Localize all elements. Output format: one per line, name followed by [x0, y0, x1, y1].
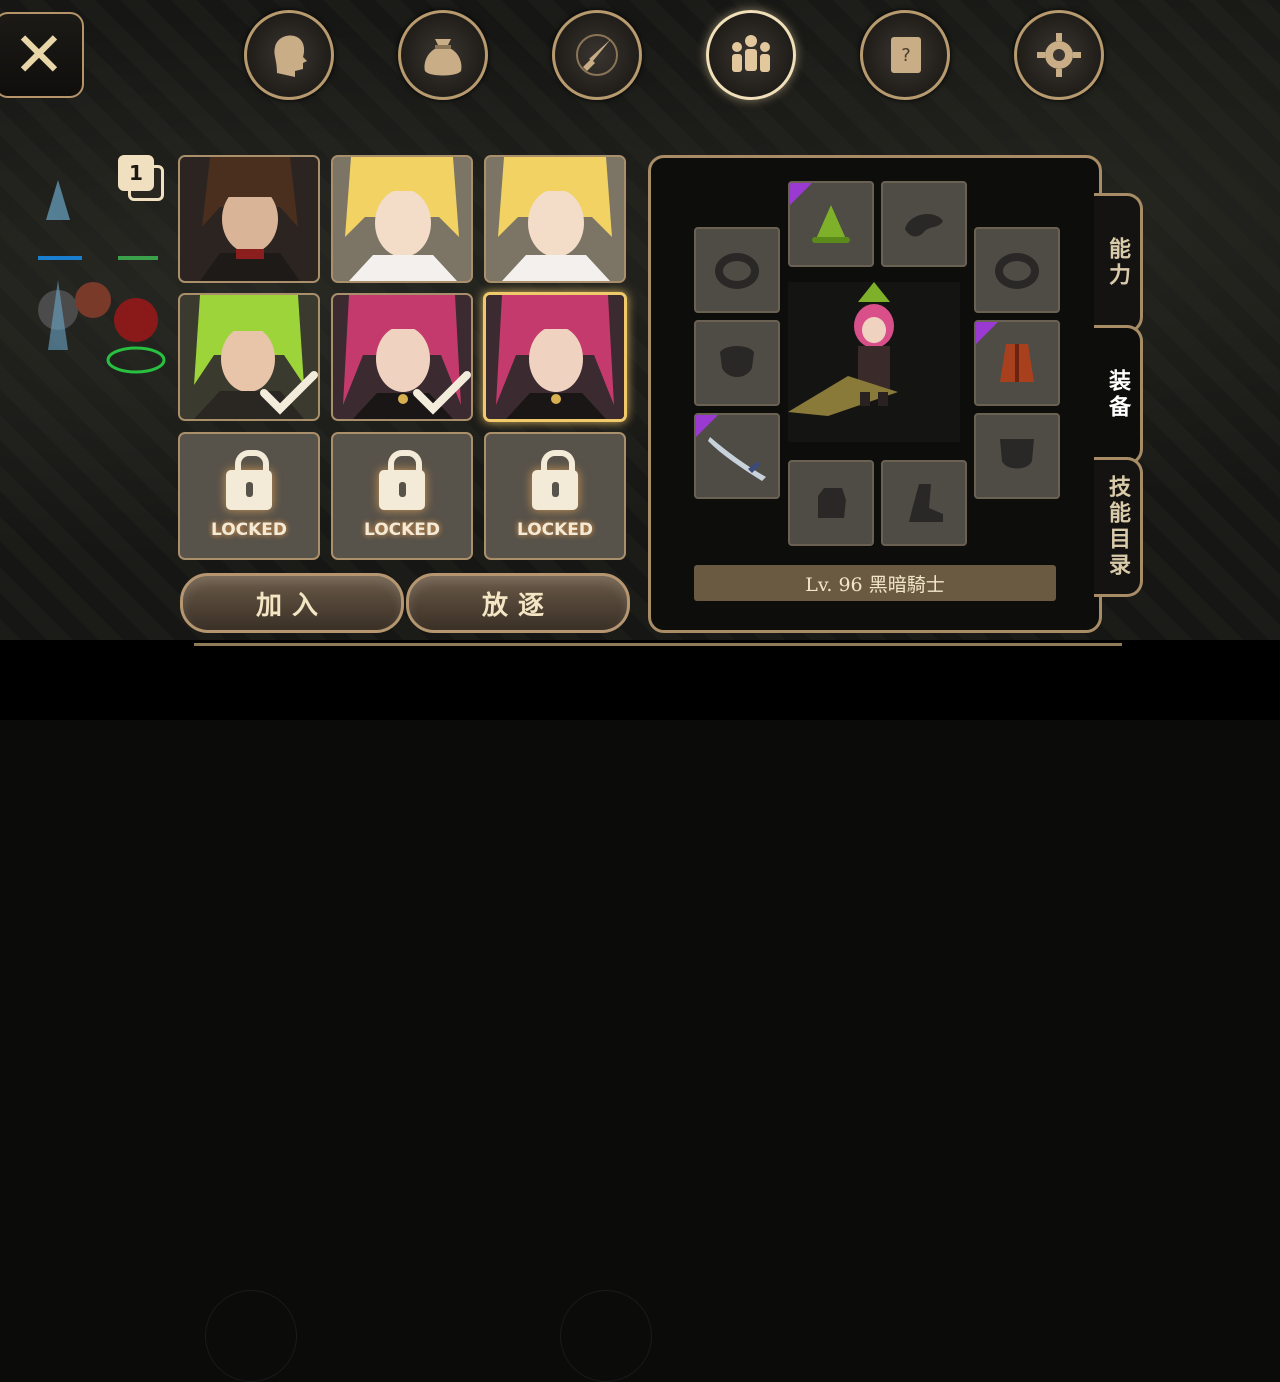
shield-icon: [1000, 439, 1034, 469]
kick-button[interactable]: 放逐: [406, 573, 630, 633]
gear-icon: [1037, 33, 1081, 77]
party-slot-locked-3[interactable]: LOCKED: [484, 432, 626, 560]
nav-settings-button[interactable]: [1014, 10, 1104, 100]
quest-scroll-icon: ?: [891, 37, 921, 73]
lock-icon: [226, 450, 272, 510]
party-slot-locked-1[interactable]: LOCKED: [178, 432, 320, 560]
equip-slot-shield[interactable]: [974, 413, 1060, 499]
equip-slot-boots[interactable]: [881, 460, 967, 546]
character-level-bar: Lv. 96 黑暗騎士: [694, 565, 1056, 601]
nav-party-button[interactable]: [706, 10, 796, 100]
nav-skills-button[interactable]: [552, 10, 642, 100]
checkmark-icon: [413, 371, 471, 415]
party-icon: [732, 35, 770, 72]
character-preview-sprite: [788, 282, 960, 442]
bottom-shadow: [0, 640, 1280, 1382]
equip-slot-gloves[interactable]: [788, 460, 874, 546]
green-hat-icon: [812, 205, 850, 243]
cape-icon: [905, 214, 943, 237]
equip-slot-ring-left[interactable]: [694, 227, 780, 313]
ring-icon: [715, 253, 759, 289]
equip-slot-weapon[interactable]: [694, 413, 780, 499]
armor-icon: [720, 346, 754, 377]
bag-icon: [424, 39, 462, 76]
party-slot-3[interactable]: [484, 155, 626, 283]
party-slot-5[interactable]: [331, 293, 473, 421]
join-button[interactable]: 加入: [180, 573, 404, 633]
party-slot-1[interactable]: [178, 155, 320, 283]
party-grid: LOCKED LOCKED LOCKED: [178, 155, 628, 565]
equip-slot-cape[interactable]: [881, 181, 967, 267]
close-button[interactable]: ✕: [0, 12, 84, 98]
divider-line: [194, 643, 1122, 646]
rarity-marker: [696, 415, 718, 437]
party-slot-locked-2[interactable]: LOCKED: [331, 432, 473, 560]
svg-text:?: ?: [901, 45, 911, 66]
boot-icon: [909, 484, 943, 522]
nav-quest-button[interactable]: ?: [860, 10, 950, 100]
priestess-portrait: [333, 157, 471, 281]
dark-knight-portrait: [486, 295, 624, 419]
lock-icon: [532, 450, 578, 510]
party-slot-4[interactable]: [178, 293, 320, 421]
glove-icon: [818, 488, 846, 518]
party-slot-6-selected[interactable]: [483, 292, 627, 422]
tab-equipment[interactable]: 装备: [1094, 325, 1143, 465]
rarity-marker: [790, 183, 812, 205]
checkmark-icon: [260, 371, 318, 415]
red-coat-icon: [1000, 344, 1034, 382]
party-slot-2[interactable]: [331, 155, 473, 283]
close-icon: ✕: [13, 18, 65, 91]
equip-slot-ring-right[interactable]: [974, 227, 1060, 313]
lock-icon: [379, 450, 425, 510]
nav-character-button[interactable]: [244, 10, 334, 100]
compass-sword-icon: [576, 34, 618, 76]
tab-skill-list[interactable]: 技能目录: [1094, 457, 1143, 597]
ring-icon: [995, 253, 1039, 289]
head-icon: [274, 35, 307, 77]
rarity-marker: [976, 322, 998, 344]
top-navigation: ?: [244, 10, 1104, 100]
equip-slot-helmet[interactable]: [788, 181, 874, 267]
equip-slot-body[interactable]: [974, 320, 1060, 406]
priestess-portrait: [486, 157, 624, 281]
equip-slot-armor[interactable]: [694, 320, 780, 406]
page-badge[interactable]: 1: [118, 155, 164, 201]
nav-inventory-button[interactable]: [398, 10, 488, 100]
swordsman-portrait: [180, 157, 318, 281]
world-party-sprites: [38, 180, 166, 374]
tab-ability[interactable]: 能力: [1094, 193, 1143, 333]
